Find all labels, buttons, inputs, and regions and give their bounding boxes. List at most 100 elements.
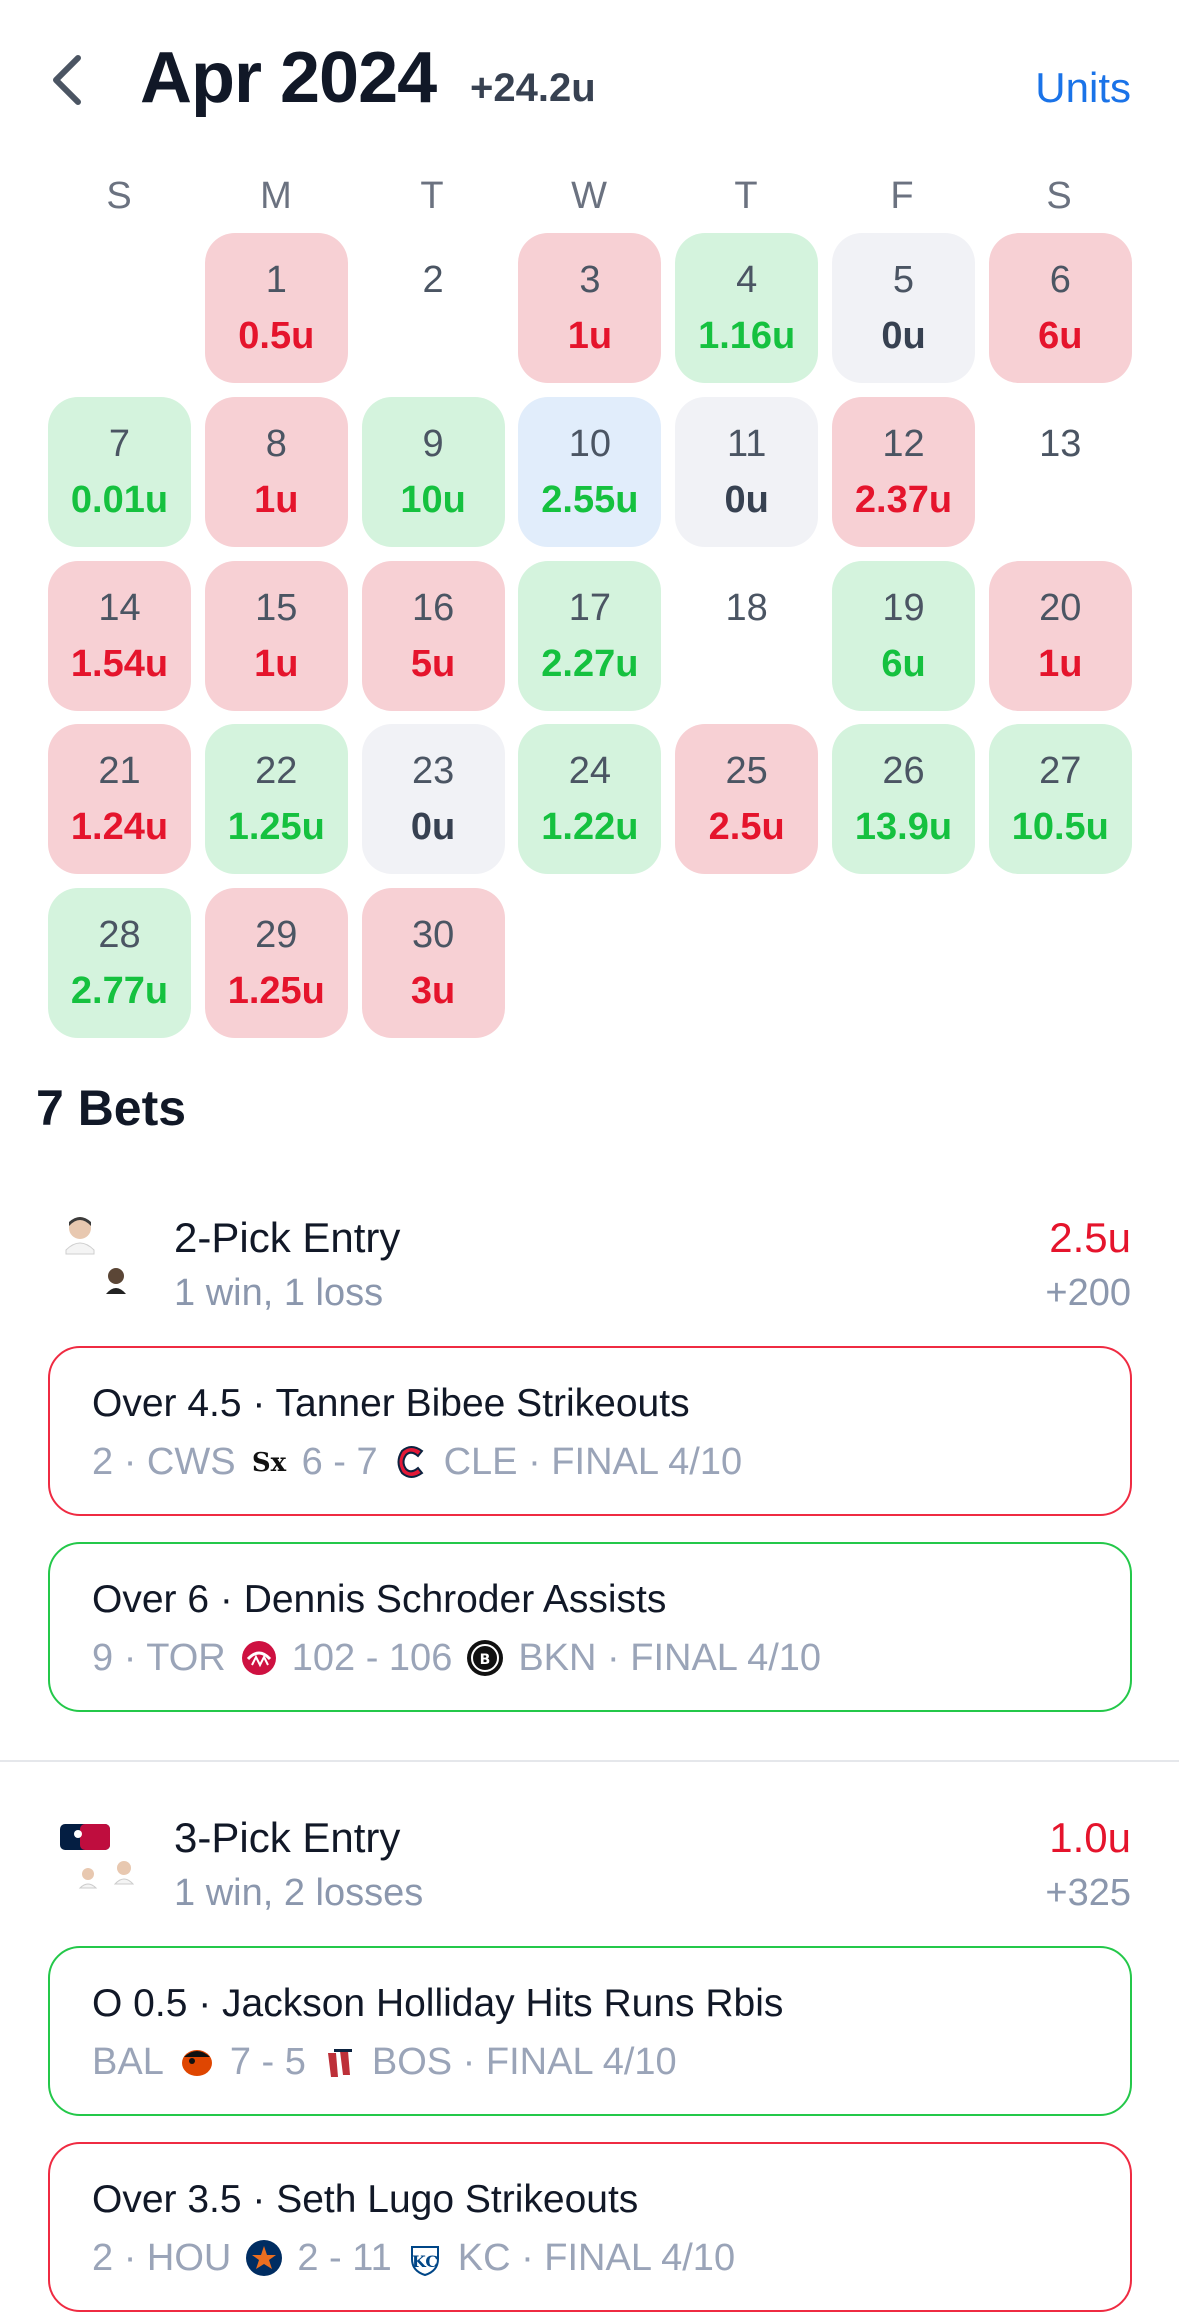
units-toggle-button[interactable]: Units (1035, 62, 1131, 114)
calendar-day[interactable]: 27 10.5u (988, 724, 1132, 875)
day-number: 8 (265, 422, 287, 465)
pick-score: 6 - 7 (301, 1441, 378, 1483)
calendar-day[interactable]: 10 2.55u (518, 396, 662, 547)
calendar-day[interactable]: 6 6u (988, 233, 1132, 383)
calendar-day[interactable]: 15 1u (204, 560, 348, 711)
day-units: 2.27u (541, 642, 639, 685)
weekday-label: T (420, 175, 444, 217)
calendar-day[interactable]: 18 (675, 561, 818, 711)
calendar-day[interactable]: 17 2.27u (518, 560, 662, 711)
calendar-day[interactable]: 12 2.37u (832, 396, 975, 547)
calendar-day[interactable]: 30 3u (361, 888, 505, 1039)
day-number: 2 (422, 259, 444, 301)
calendar-day[interactable]: 5 0u (832, 233, 975, 383)
day-units: 1.22u (541, 806, 639, 849)
entry-amount: 1.0u (1049, 1814, 1131, 1861)
calendar-day[interactable]: 29 1.25u (204, 888, 348, 1039)
calendar-day[interactable]: 22 1.25u (204, 724, 348, 875)
day-units: 1u (567, 315, 613, 357)
calendar-day[interactable]: 28 2.77u (48, 888, 191, 1039)
raptors-logo-icon (238, 1637, 280, 1679)
day-number: 9 (422, 422, 444, 465)
calendar-day[interactable]: 23 0u (361, 724, 505, 875)
calendar-day[interactable]: 7 0.01u (48, 396, 191, 547)
day-number: 26 (882, 750, 925, 793)
calendar-day[interactable]: 25 2.5u (675, 724, 819, 875)
day-units: 1.16u (698, 315, 796, 357)
day-units: 2.55u (541, 478, 639, 521)
calendar-day[interactable]: 13 (989, 397, 1132, 547)
pick-card[interactable]: Over 6 · Dennis Schroder Assists 9 · TOR… (48, 1542, 1132, 1712)
entry-record: 1 win, 2 losses (174, 1872, 424, 1914)
pick-prefix: 2 · CWS (92, 1441, 236, 1483)
day-number: 23 (411, 750, 455, 793)
day-number: 17 (568, 586, 612, 629)
weekday-row: S M T W T F S (48, 168, 1132, 224)
day-number: 5 (892, 259, 915, 301)
calendar-day[interactable]: 2 (362, 233, 505, 383)
pick-card[interactable]: O 0.5 · Jackson Holliday Hits Runs Rbis … (48, 1946, 1132, 2116)
entry-title: 2-Pick Entry (174, 1214, 401, 1261)
day-number: 12 (882, 422, 925, 465)
calendar-day[interactable]: 1 0.5u (204, 233, 348, 383)
calendar-day[interactable]: 20 1u (988, 560, 1132, 711)
day-number: 19 (882, 586, 925, 629)
mlb-logo-icon (58, 1810, 148, 1900)
pick-suffix: BKN · FINAL 4/10 (518, 1637, 822, 1679)
calendar-day[interactable]: 14 1.54u (48, 560, 191, 711)
calendar-day[interactable]: 4 1.16u (675, 233, 819, 383)
day-number: 21 (98, 750, 141, 793)
weekday-label: T (734, 175, 758, 217)
day-units: 0.01u (70, 478, 169, 521)
pick-suffix: BOS · FINAL 4/10 (371, 2041, 677, 2083)
day-units: 0u (881, 315, 926, 357)
entry-odds: +325 (1045, 1872, 1131, 1914)
pick-score: 7 - 5 (229, 2041, 306, 2083)
day-number: 13 (1039, 422, 1082, 465)
day-number: 1 (265, 259, 287, 301)
entry-record: 1 win, 1 loss (174, 1272, 384, 1314)
guardians-logo-icon (390, 1441, 432, 1483)
weekday-label: S (1046, 175, 1072, 217)
back-button[interactable] (50, 50, 94, 110)
pick-title: Over 4.5 · Tanner Bibee Strikeouts (92, 1382, 690, 1425)
pick-game-line: 2 · HOU 2 - 11 KC KC · FINAL 4/10 (92, 2232, 1130, 2284)
day-units: 1u (254, 642, 299, 685)
svg-text:KC: KC (412, 2252, 438, 2271)
calendar-day[interactable]: 8 1u (204, 396, 348, 547)
calendar-day[interactable]: 3 1u (518, 233, 662, 383)
day-units: 1u (1038, 642, 1083, 685)
day-units: 0u (410, 806, 456, 849)
orioles-logo-icon (176, 2041, 218, 2083)
day-number: 3 (579, 259, 601, 301)
day-number: 6 (1049, 259, 1071, 301)
white-sox-logo-icon: Sx (248, 1441, 290, 1483)
weekday-label: F (890, 175, 914, 217)
month-total: +24.2u (470, 66, 596, 110)
day-number: 24 (568, 750, 612, 793)
calendar-day[interactable]: 16 5u (361, 560, 505, 711)
day-units: 2.5u (708, 806, 785, 849)
calendar-day[interactable]: 21 1.24u (48, 724, 191, 875)
calendar-day[interactable]: 24 1.22u (518, 724, 662, 875)
day-number: 15 (255, 586, 298, 629)
pick-suffix: CLE · FINAL 4/10 (443, 1441, 743, 1483)
month-title[interactable]: Apr 2024 (140, 36, 437, 120)
day-units: 2.77u (70, 970, 169, 1013)
royals-logo-icon: KC (404, 2237, 446, 2279)
pick-card[interactable]: Over 3.5 · Seth Lugo Strikeouts 2 · HOU … (48, 2142, 1132, 2312)
pick-title: O 0.5 · Jackson Holliday Hits Runs Rbis (92, 1982, 784, 2025)
calendar-day[interactable]: 9 10u (361, 396, 505, 547)
player-avatar-icon (58, 1210, 148, 1300)
day-number: 7 (108, 422, 131, 465)
day-units: 1.25u (227, 806, 325, 849)
calendar-day[interactable]: 26 13.9u (832, 724, 975, 875)
calendar-day[interactable]: 19 6u (832, 560, 975, 711)
calendar-grid: 1 0.5u 2 3 1u 4 1.16u 5 0u 6 6u 7 0.01u 8 1u 9 10u 10 2.55… (48, 233, 1132, 1039)
chevron-left-icon (53, 55, 81, 105)
entry-header: 3-Pick Entry 1 win, 2 losses 1.0u +325 (0, 1810, 1179, 1930)
calendar-day[interactable]: 11 0u (675, 396, 819, 547)
bets-count-heading: 7 Bets (36, 1080, 187, 1136)
pick-card[interactable]: Over 4.5 · Tanner Bibee Strikeouts 2 · C… (48, 1346, 1132, 1516)
svg-text:Sx: Sx (251, 1448, 286, 1478)
